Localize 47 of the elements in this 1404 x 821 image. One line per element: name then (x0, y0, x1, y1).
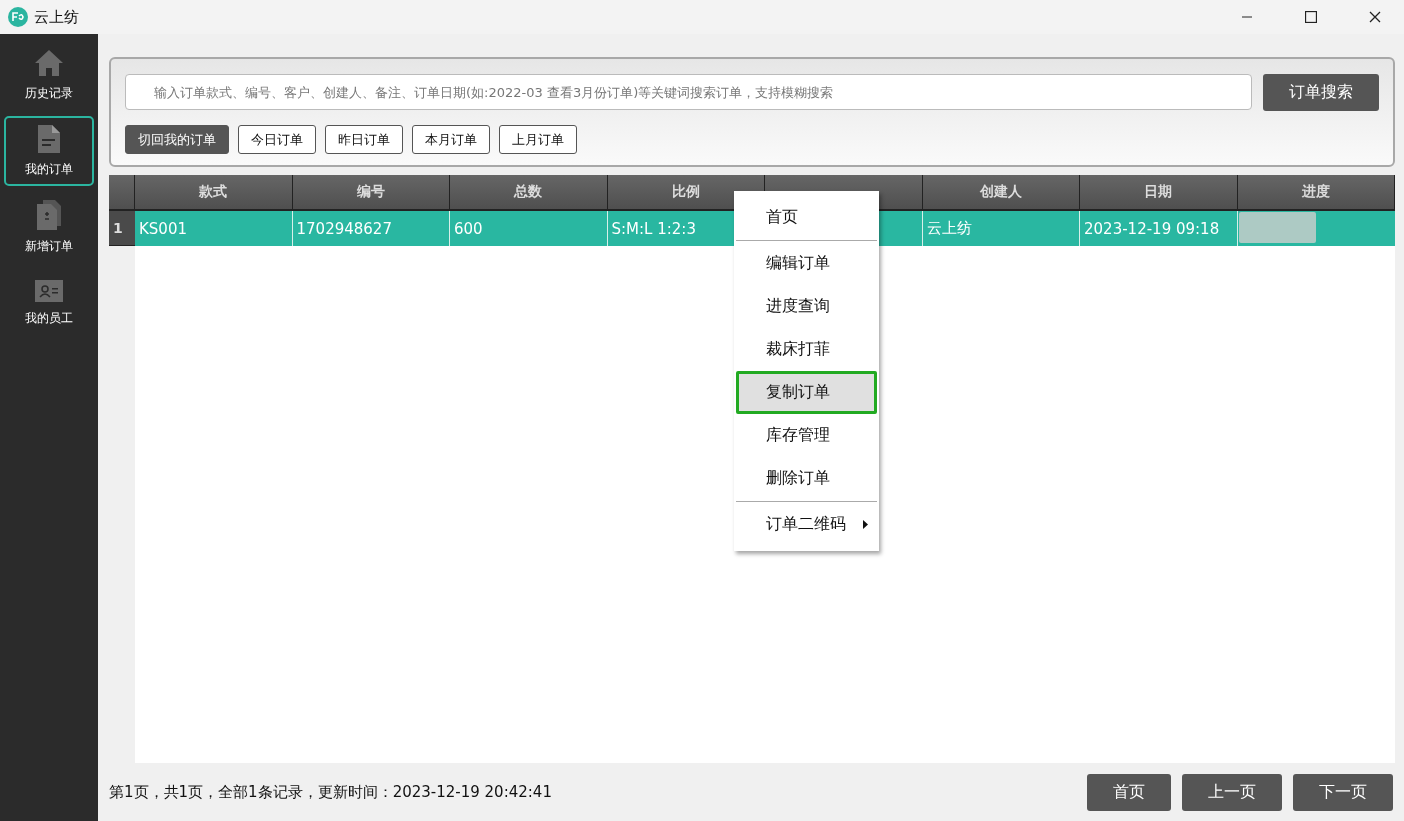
filter-button[interactable]: 本月订单 (412, 125, 490, 154)
search-button[interactable]: 订单搜索 (1263, 74, 1379, 111)
document-icon (38, 124, 60, 153)
search-field[interactable]: 输入订单款式、编号、客户、创建人、备注、订单日期(如:2022-03 查看3月份订单)等关键词搜索订单，支持模糊搜索 (125, 74, 1252, 110)
window-title: 云上纺 (34, 7, 80, 27)
home-icon (34, 48, 64, 77)
menu-item[interactable]: 裁床打菲 (736, 328, 877, 371)
menu-item[interactable]: 复制订单 (736, 371, 877, 414)
sidebar-label: 我的订单 (25, 160, 73, 178)
close-icon (1369, 11, 1381, 23)
filter-button[interactable]: 切回我的订单 (125, 125, 229, 154)
column-header: 进度 (1237, 175, 1395, 211)
table-cell: 600 (450, 211, 608, 246)
pagination-button[interactable]: 上一页 (1182, 773, 1282, 811)
row-number: 1 (109, 211, 135, 246)
table-cell: 1702948627 (292, 211, 450, 246)
table-cell: KS001 (135, 211, 293, 246)
contact-card-icon (35, 279, 63, 302)
sidebar-label: 新增订单 (25, 237, 73, 255)
filter-button[interactable]: 上月订单 (499, 125, 577, 154)
menu-item[interactable]: 进度查询 (736, 285, 877, 328)
table-cell: 云上纺 (922, 211, 1080, 246)
pagination-button[interactable]: 下一页 (1293, 773, 1393, 811)
header-corner (109, 175, 135, 211)
filter-button[interactable]: 昨日订单 (325, 125, 403, 154)
pagination-button[interactable]: 首页 (1087, 773, 1171, 811)
menu-item[interactable]: 删除订单 (736, 457, 877, 500)
sidebar-item[interactable]: 历史记录 (4, 40, 94, 110)
column-header: 编号 (292, 175, 450, 211)
menu-item[interactable]: 库存管理 (736, 414, 877, 457)
column-header: 日期 (1080, 175, 1238, 211)
documents-icon (37, 199, 61, 230)
column-header: 总数 (450, 175, 608, 211)
app-logo-icon (8, 7, 28, 27)
column-header: 创建人 (922, 175, 1080, 211)
sidebar-item[interactable]: 我的员工 (4, 268, 94, 338)
sidebar-label: 我的员工 (25, 309, 73, 327)
status-text: 第1页，共1页，全部1条记录，更新时间：2023-12-19 20:42:41 (109, 782, 552, 802)
column-header: 款式 (135, 175, 293, 211)
submenu-arrow-icon (863, 520, 868, 529)
table-cell: 2023-12-19 09:18 (1080, 211, 1238, 246)
sidebar-item[interactable]: 新增订单 (4, 192, 94, 262)
maximize-icon (1305, 11, 1317, 23)
menu-item[interactable]: 订单二维码 (736, 503, 877, 546)
sidebar-label: 历史记录 (25, 84, 73, 102)
filter-button[interactable]: 今日订单 (238, 125, 316, 154)
sidebar-item[interactable]: 我的订单 (4, 116, 94, 186)
